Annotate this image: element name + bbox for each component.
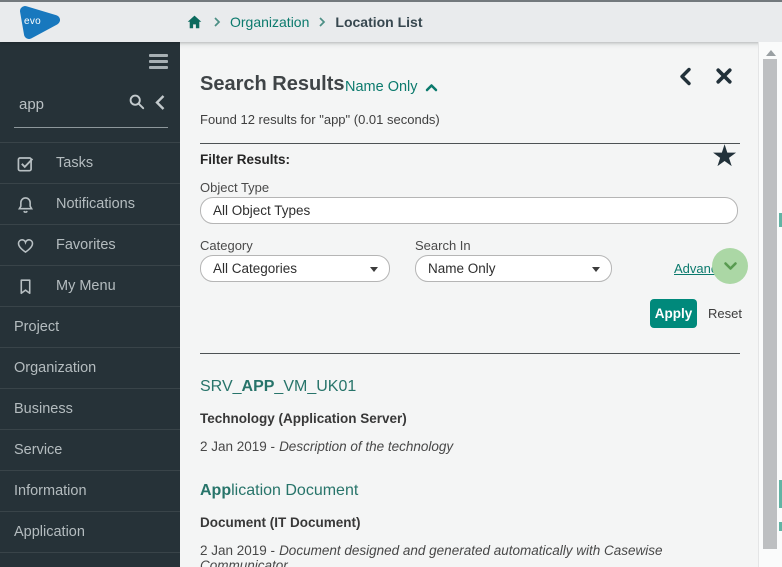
search-in-value: Name Only [428,261,496,276]
sidebar-item-project[interactable]: Project [0,307,180,348]
result-type: Document (IT Document) [200,515,361,530]
result-title-link[interactable]: Application Document [200,482,358,500]
tasks-checkbox-icon [16,154,35,173]
result-title-text: _VM_UK01 [274,378,357,395]
result-date: 2 Jan 2019 - [200,439,276,454]
sidebar-item-tasks[interactable]: Tasks [0,143,180,184]
sidebar-item-business[interactable]: Business [0,389,180,430]
category-select[interactable]: All Categories [200,255,390,282]
sidebar-item-label: Organization [14,360,97,376]
result-description: Description of the technology [279,439,454,454]
search-result-item: Application Document Document (IT Docume… [200,482,748,567]
breadcrumb-chevron-icon [319,17,326,27]
sidebar-item-my-menu[interactable]: My Menu [0,266,180,307]
breadcrumb-link-organization[interactable]: Organization [230,14,309,30]
result-title-text: lication Document [231,482,359,499]
favorite-filter-star-icon[interactable]: ★ [711,142,738,172]
breadcrumb-current-page: Location List [335,14,423,30]
apply-button[interactable]: Apply [650,299,697,328]
sidebar-item-service[interactable]: Service [0,430,180,471]
result-title-text: SRV_ [200,378,242,395]
search-underline [14,127,168,128]
sidebar-item-information[interactable]: Information [0,471,180,512]
evo-logo[interactable]: evo [13,5,65,39]
divider [200,143,740,144]
sidebar-item-label: Service [14,442,63,458]
search-results-panel: Search Results Name Only Found 12 result… [180,42,758,567]
dropdown-caret-icon [592,267,600,272]
category-label: Category [200,238,253,253]
chevron-down-icon [723,262,737,270]
collapse-search-chevron-left-icon[interactable] [154,94,166,111]
breadcrumb-chevron-icon [214,17,221,27]
sidebar-search-input[interactable] [19,96,114,113]
result-type: Technology (Application Server) [200,411,407,426]
scrollbar [758,42,782,567]
sidebar-header [0,42,180,80]
category-value: All Categories [213,261,298,276]
page-title: Search Results [200,73,345,95]
search-scope-toggle[interactable]: Name Only [345,79,438,95]
close-icon[interactable] [715,67,733,85]
sidebar-item-application[interactable]: Application [0,512,180,553]
evo-logo-text: evo [24,16,42,27]
scrollbar-thumb[interactable] [763,59,777,549]
sidebar-item-label: Favorites [56,237,116,253]
sidebar-item-notifications[interactable]: Notifications [0,184,180,225]
result-meta: 2 Jan 2019 - Description of the technolog… [200,439,748,454]
sidebar-item-label: My Menu [56,278,116,294]
search-result-item: SRV_APP_VM_UK01 Technology (Application … [200,378,748,454]
search-scope-label: Name Only [345,79,418,95]
dropdown-caret-icon [370,267,378,272]
scrollbar-up-arrow[interactable] [766,50,776,56]
sidebar-item-label: Application [14,524,85,540]
menu-hamburger-icon[interactable] [149,54,168,72]
object-type-field[interactable]: All Object Types [200,197,738,224]
object-type-label: Object Type [200,180,270,195]
top-bar: evo Organization Location List [0,2,782,42]
sidebar-item-label: Notifications [56,196,135,212]
sidebar-item-favorites[interactable]: Favorites [0,225,180,266]
favorites-heart-icon [16,236,35,255]
search-in-label: Search In [415,238,471,253]
search-icon[interactable] [128,93,146,111]
app-window: evo Organization Location List app Tasks… [0,0,782,567]
home-icon[interactable] [185,13,204,31]
back-icon[interactable] [678,67,692,86]
results-summary: Found 12 results for "app" (0.01 seconds… [200,112,440,127]
reset-button[interactable]: Reset [708,306,742,321]
result-title-highlight: App [200,482,232,499]
search-in-select[interactable]: Name Only [415,255,612,282]
sidebar: Tasks Notifications Favorites My Menu [0,42,180,567]
object-type-value: All Object Types [213,203,311,218]
chevron-up-icon [425,83,437,91]
sidebar-item-label: Tasks [56,155,94,171]
result-title-link[interactable]: SRV_APP_VM_UK01 [200,378,356,396]
result-date: 2 Jan 2019 - [200,543,276,558]
sidebar-item-label: Business [14,401,73,417]
sidebar-search [0,80,180,142]
sidebar-item-label: Information [14,483,87,499]
sidebar-menu: Tasks Notifications Favorites My Menu Pr… [0,142,180,553]
my-menu-bookmark-icon [16,277,35,296]
breadcrumb: Organization Location List [185,2,423,42]
divider [200,353,740,354]
sidebar-item-label: Project [14,319,60,335]
sidebar-item-organization[interactable]: Organization [0,348,180,389]
filter-heading: Filter Results: [200,152,291,167]
result-meta: 2 Jan 2019 - Document designed and genera… [200,543,748,567]
notifications-bell-icon [16,195,35,214]
result-title-highlight: APP [241,378,275,395]
advanced-expand-button[interactable] [712,248,748,284]
